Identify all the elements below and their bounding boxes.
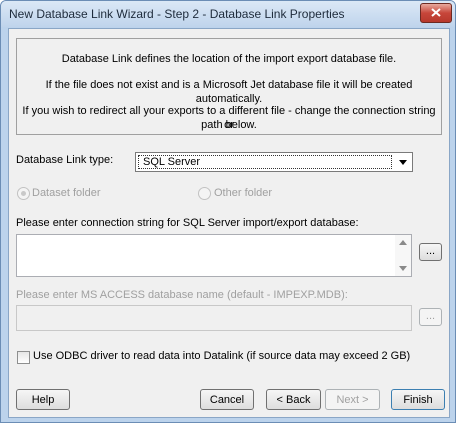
- window-title: New Database Link Wizard - Step 2 - Data…: [9, 7, 345, 21]
- connection-scrollbar[interactable]: [395, 235, 411, 276]
- link-type-dropdown[interactable]: SQL Server: [135, 152, 413, 172]
- cancel-button[interactable]: Cancel: [200, 389, 254, 410]
- access-db-label: Please enter MS ACCESS database name (de…: [16, 289, 348, 301]
- access-db-input[interactable]: [16, 305, 412, 331]
- info-line-2: If the file does not exist and is a Micr…: [45, 79, 413, 105]
- odbc-checkbox-label: Use ODBC driver to read data into Datali…: [33, 350, 411, 362]
- scroll-up-icon[interactable]: [399, 240, 407, 245]
- other-folder-label: Other folder: [214, 187, 273, 199]
- chevron-down-icon[interactable]: [395, 154, 411, 170]
- info-panel: Database Link defines the location of th…: [16, 38, 442, 135]
- dataset-folder-label: Dataset folder: [32, 187, 101, 199]
- access-browse-button[interactable]: ...: [419, 308, 442, 326]
- title-bar[interactable]: New Database Link Wizard - Step 2 - Data…: [1, 1, 455, 27]
- radio-selected-dot: [21, 191, 26, 196]
- connection-browse-button[interactable]: ...: [419, 243, 442, 261]
- link-type-value: SQL Server: [143, 156, 201, 168]
- info-line-3b: path below.: [201, 119, 257, 131]
- back-button[interactable]: < Back: [266, 389, 321, 410]
- dataset-folder-radio[interactable]: [17, 187, 30, 200]
- next-button[interactable]: Next >: [325, 389, 380, 410]
- odbc-checkbox[interactable]: [17, 351, 30, 364]
- help-button[interactable]: Help: [16, 389, 70, 410]
- other-folder-radio[interactable]: [198, 187, 211, 200]
- close-icon: [431, 8, 441, 17]
- info-line-1: Database Link defines the location of th…: [61, 53, 397, 65]
- wizard-window: New Database Link Wizard - Step 2 - Data…: [0, 0, 456, 423]
- connection-string-input[interactable]: [16, 234, 412, 277]
- scroll-down-icon[interactable]: [399, 266, 407, 271]
- close-button[interactable]: [420, 3, 452, 23]
- dialog-body: Database Link defines the location of th…: [8, 28, 450, 418]
- link-type-label: Database Link type:: [16, 154, 114, 166]
- finish-button[interactable]: Finish: [391, 389, 445, 410]
- link-type-focus-box: SQL Server: [138, 155, 392, 169]
- connection-string-label: Please enter connection string for SQL S…: [16, 217, 359, 229]
